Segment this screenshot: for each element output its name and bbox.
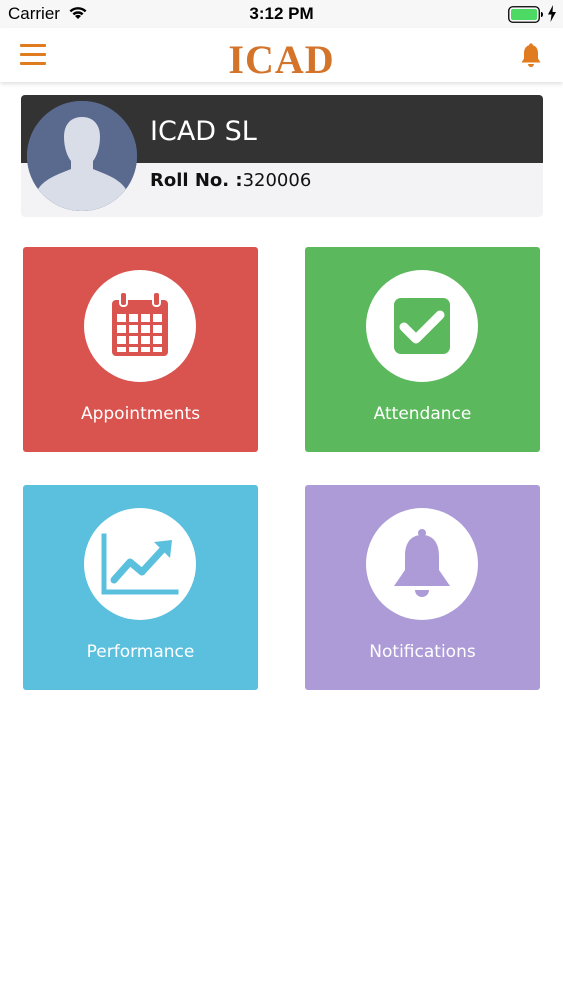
attendance-icon-circle (366, 270, 478, 382)
roll-number-label: Roll No. : (150, 170, 243, 191)
clock: 3:12 PM (249, 4, 314, 23)
app-title: ICAD (228, 37, 335, 82)
bell-icon (394, 529, 450, 597)
attendance-tile[interactable]: Attendance (305, 247, 540, 452)
performance-icon-circle (84, 508, 196, 620)
appointments-label: Appointments (80, 404, 201, 424)
performance-tile[interactable]: Performance (23, 485, 258, 690)
appointments-tile[interactable]: Appointments (23, 247, 258, 452)
performance-label: Performance (86, 642, 195, 662)
calendar-icon (112, 291, 168, 356)
notification-bell-icon[interactable] (519, 43, 543, 69)
user-silhouette-icon (27, 101, 137, 211)
appointments-icon-circle (84, 270, 196, 382)
attendance-label: Attendance (373, 404, 472, 424)
notifications-icon-circle (366, 508, 478, 620)
profile-card: ICAD SL Roll No. :320006 (21, 95, 543, 217)
status-bar: Carrier 3:12 PM (0, 0, 563, 28)
roll-number-line: Roll No. :320006 (150, 170, 311, 191)
app-header: ICAD (0, 28, 563, 82)
charging-icon (547, 5, 557, 27)
profile-name: ICAD SL (150, 116, 257, 147)
notifications-label: Notifications (369, 642, 476, 662)
chart-trend-icon (101, 533, 179, 595)
checkbox-icon (394, 298, 450, 354)
battery-icon (508, 6, 544, 28)
roll-number-value: 320006 (242, 170, 312, 191)
avatar (27, 101, 137, 211)
notifications-tile[interactable]: Notifications (305, 485, 540, 690)
